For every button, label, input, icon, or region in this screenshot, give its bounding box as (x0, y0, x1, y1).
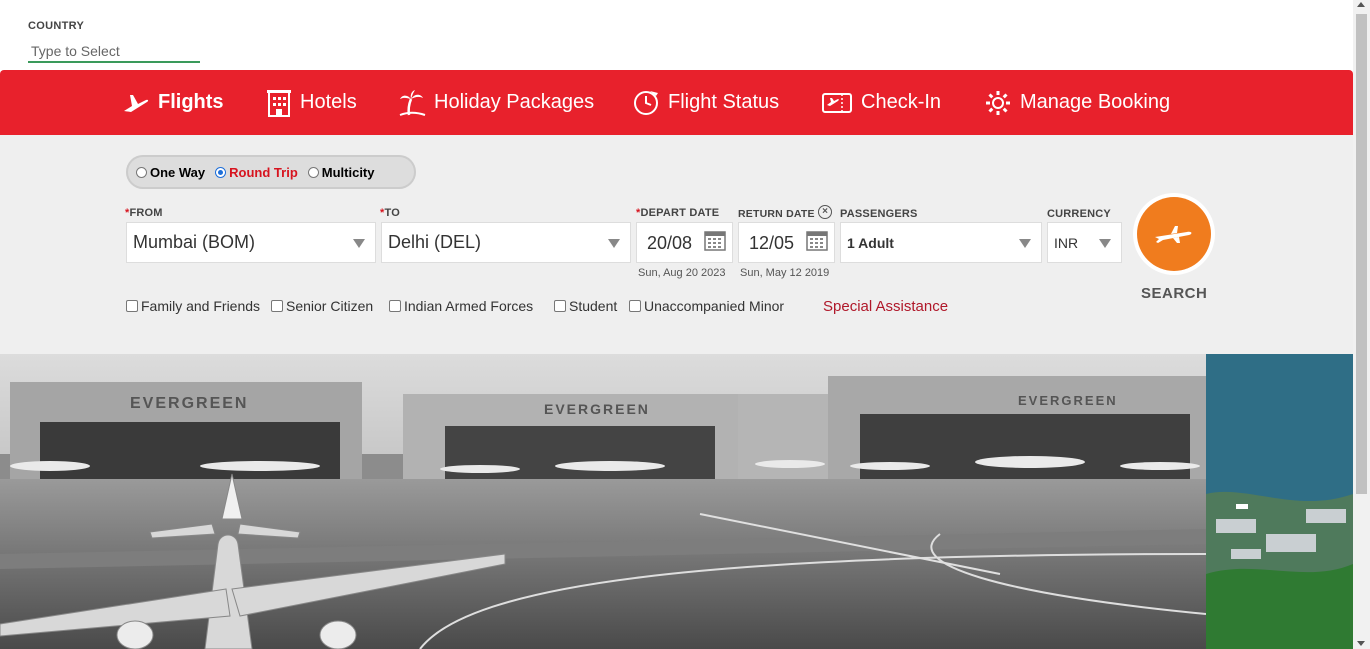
family-friends-checkbox[interactable] (126, 300, 138, 312)
from-select[interactable]: Mumbai (BOM) (126, 222, 376, 263)
hangar-sign: EVERGREEN (1018, 393, 1118, 408)
from-value: Mumbai (BOM) (133, 232, 256, 252)
to-value: Delhi (DEL) (388, 232, 482, 252)
country-input[interactable] (28, 41, 200, 63)
checkbox-label: Senior Citizen (286, 298, 374, 314)
depart-date-field[interactable]: 20/08 (636, 222, 733, 263)
senior-citizen-option[interactable]: Senior Citizen (271, 298, 373, 314)
depart-date-label: *DEPART DATE (636, 207, 720, 219)
tab-hotels[interactable]: Hotels (266, 70, 357, 135)
hangar-sign: EVERGREEN (544, 401, 650, 417)
armed-forces-option[interactable]: Indian Armed Forces (389, 298, 533, 314)
armed-forces-checkbox[interactable] (389, 300, 401, 312)
hotel-icon (267, 89, 291, 117)
chevron-down-icon (1099, 239, 1111, 248)
chevron-down-icon (608, 239, 620, 248)
coastline-illustration (1206, 354, 1353, 649)
to-select[interactable]: Delhi (DEL) (381, 222, 631, 263)
chevron-down-icon (353, 239, 365, 248)
tab-flights[interactable]: Flights (122, 70, 224, 135)
trip-type-selector: One Way Round Trip Multicity (126, 155, 416, 189)
calendar-icon[interactable] (806, 229, 828, 251)
passengers-label: PASSENGERS (840, 208, 918, 220)
calendar-icon[interactable] (704, 229, 726, 251)
multicity-label: Multicity (321, 164, 375, 180)
return-date-label: RETURN DATE (738, 208, 815, 220)
clock-plane-icon (634, 90, 658, 115)
return-date-value: 12/05 (749, 233, 795, 253)
multicity-option[interactable]: Multicity (307, 164, 375, 180)
return-date-full: Sun, May 12 2019 (740, 267, 830, 279)
unaccompanied-minor-option[interactable]: Unaccompanied Minor (629, 298, 784, 314)
round-trip-radio[interactable] (215, 166, 227, 178)
return-date-field[interactable]: 12/05 (738, 222, 835, 263)
country-selector: COUNTRY (28, 20, 200, 63)
tab-label: Holiday Packages (434, 91, 595, 113)
tab-label: Flights (158, 91, 224, 113)
palm-tree-icon (399, 89, 426, 116)
tab-label: Hotels (300, 91, 357, 113)
currency-value: INR (1054, 234, 1079, 251)
hero-banner-image: EVERGREEN EVERGREEN EVERGREEN (0, 354, 1206, 649)
scroll-up-icon[interactable] (1357, 2, 1365, 7)
passengers-select[interactable]: 1 Adult (840, 222, 1042, 263)
tab-flight-status[interactable]: Flight Status (632, 70, 779, 135)
unaccompanied-minor-checkbox[interactable] (629, 300, 641, 312)
tab-holiday-packages[interactable]: Holiday Packages (398, 70, 594, 135)
checkbox-label: Unaccompanied Minor (644, 298, 785, 314)
tab-label: Manage Booking (1020, 91, 1171, 113)
multicity-radio[interactable] (307, 166, 319, 178)
student-option[interactable]: Student (554, 298, 617, 314)
one-way-option[interactable]: One Way (136, 165, 205, 180)
search-button-circle[interactable] (1137, 197, 1211, 271)
tab-manage-booking[interactable]: Manage Booking (984, 70, 1170, 135)
plane-icon (1155, 226, 1192, 243)
clear-return-date-icon[interactable]: × (818, 205, 832, 219)
vertical-scrollbar[interactable] (1353, 0, 1370, 649)
one-way-label: One Way (150, 164, 206, 180)
round-trip-label: Round Trip (229, 164, 298, 180)
search-label: SEARCH (1141, 285, 1208, 302)
chevron-down-icon (1019, 239, 1031, 248)
currency-label: CURRENCY (1047, 208, 1111, 220)
gear-icon (986, 90, 1010, 115)
special-assistance-link[interactable]: Special Assistance (823, 298, 948, 315)
family-friends-option[interactable]: Family and Friends (126, 298, 260, 314)
to-label: *TO (380, 207, 400, 219)
search-button[interactable] (1133, 193, 1215, 275)
senior-citizen-checkbox[interactable] (271, 300, 283, 312)
depart-date-full: Sun, Aug 20 2023 (638, 267, 726, 279)
tab-label: Flight Status (668, 91, 780, 113)
hangar-sign: EVERGREEN (130, 395, 248, 412)
checkbox-label: Indian Armed Forces (404, 298, 534, 314)
airport-illustration: EVERGREEN EVERGREEN EVERGREEN (0, 354, 1206, 649)
currency-select[interactable]: INR (1047, 222, 1122, 263)
one-way-radio[interactable] (136, 166, 147, 178)
checkbox-label: Student (569, 298, 618, 314)
passengers-value: 1 Adult (847, 234, 894, 251)
country-label: COUNTRY (28, 20, 85, 32)
round-trip-option[interactable]: Round Trip (215, 165, 298, 180)
student-checkbox[interactable] (554, 300, 566, 312)
depart-date-value: 20/08 (647, 233, 693, 253)
tab-label: Check-In (861, 91, 942, 113)
plane-icon (124, 94, 149, 112)
main-nav: Flights Hotels Holiday Packages Flight S… (0, 70, 1353, 135)
ticket-icon (822, 92, 852, 113)
hero-banner-coast-image (1206, 354, 1353, 649)
scrollbar-thumb[interactable] (1356, 14, 1367, 494)
checkbox-label: Family and Friends (141, 298, 261, 314)
from-label: *FROM (125, 207, 163, 219)
scroll-down-icon[interactable] (1357, 641, 1365, 646)
tab-check-in[interactable]: Check-In (821, 70, 941, 135)
